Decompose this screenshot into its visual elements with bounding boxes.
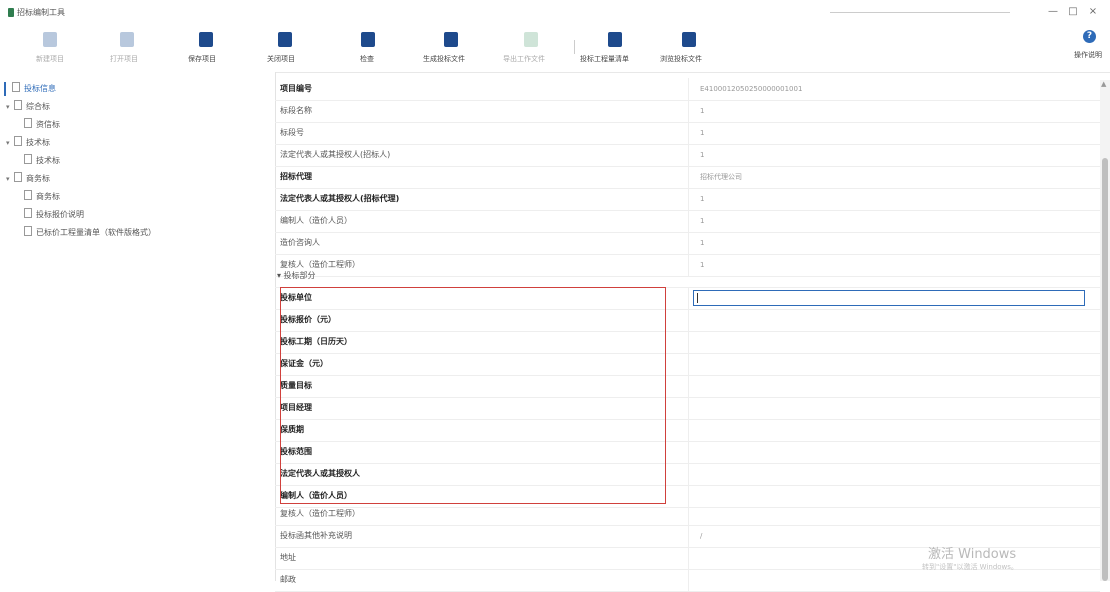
chevron-down-icon[interactable]: ▾ (6, 135, 14, 151)
row-label: 编制人（造价人员） (280, 216, 352, 225)
row-value[interactable]: 招标代理公司 (700, 166, 742, 188)
help-button-label[interactable]: 操作说明 (1074, 50, 1102, 60)
file-icon (24, 208, 32, 218)
row-label: 邮政 (280, 575, 296, 584)
add-file-icon (43, 32, 57, 47)
row-label: 标段号 (280, 128, 304, 137)
grid-row: 造价咨询人 1 (275, 232, 1100, 255)
row-label: 标段名称 (280, 106, 312, 115)
scroll-up-arrow-icon[interactable]: ▲ (1101, 80, 1106, 88)
check-icon (361, 32, 375, 47)
group-label: ▾ 投标部分 (277, 271, 316, 280)
tree-item-technical[interactable]: 技术标 (24, 153, 60, 169)
row-value[interactable]: 1 (700, 100, 704, 122)
browse-bid-file-button[interactable]: 浏览投标文件 (660, 30, 720, 68)
export-icon (524, 32, 538, 47)
chevron-down-icon[interactable]: ▾ (6, 171, 14, 187)
group-header-bid-section[interactable]: ▾ 投标部分 (275, 265, 1100, 288)
text-caret (697, 293, 698, 303)
row-value[interactable]: / (700, 525, 702, 547)
export-work-file-button[interactable]: 导出工作文件 (503, 30, 559, 68)
save-icon (199, 32, 213, 47)
tree-item-commercial-group[interactable]: ▾ 商务标 (6, 171, 50, 187)
tree-item-bid-info[interactable]: 投标信息 (12, 81, 56, 97)
row-label: 法定代表人或其授权人(招标人) (280, 150, 391, 159)
file-icon (12, 82, 20, 92)
file-icon (24, 226, 32, 236)
toolbar-separator (574, 40, 575, 54)
generate-file-icon (444, 32, 458, 47)
open-project-button[interactable]: 打开项目 (110, 30, 144, 68)
chevron-down-icon[interactable]: ▾ (6, 99, 14, 115)
file-icon (24, 190, 32, 200)
toolbar: 新建项目 打开项目 保存项目 关闭项目 检查 生成投标文件 导出工作文件 投标工… (0, 26, 1110, 73)
grid-row: 标段号 1 (275, 122, 1100, 145)
row-value[interactable]: 1 (700, 188, 704, 210)
tree-item-commercial[interactable]: 商务标 (24, 189, 60, 205)
maximize-button[interactable]: □ (1064, 5, 1082, 19)
row-label: 招标代理 (280, 172, 312, 181)
close-project-icon (278, 32, 292, 47)
activation-watermark-subtitle: 转到"设置"以激活 Windows。 (922, 563, 1018, 571)
row-label: 项目编号 (280, 84, 312, 93)
row-value[interactable]: E4100012050250000001001 (700, 78, 802, 100)
tree-item-credit[interactable]: 资信标 (24, 117, 60, 133)
grid-row: 标段名称 1 (275, 100, 1100, 123)
grid-row: 项目编号 E4100012050250000001001 (275, 78, 1100, 101)
check-button[interactable]: 检查 (356, 30, 380, 68)
title-bar: 招标编制工具 — □ × (0, 0, 1110, 26)
row-value[interactable]: 1 (700, 122, 704, 144)
tree-item-price-note[interactable]: 投标报价说明 (24, 207, 84, 223)
close-project-button[interactable]: 关闭项目 (267, 30, 301, 68)
selection-indicator (4, 82, 6, 96)
row-label: 法定代表人或其授权人(招标代理) (280, 194, 400, 203)
tree-item-priced-bill[interactable]: 已标价工程量清单（软件版格式） (24, 225, 156, 241)
browse-file-icon (682, 32, 696, 47)
minimize-button[interactable]: — (1044, 5, 1062, 19)
grid-row: 法定代表人或其授权人(招标代理) 1 (275, 188, 1100, 211)
title-underline (830, 12, 1010, 13)
bidder-unit-input[interactable] (693, 290, 1085, 306)
file-icon (14, 136, 22, 146)
folder-icon (120, 32, 134, 47)
grid-row: 招标代理 招标代理公司 (275, 166, 1100, 189)
new-project-button[interactable]: 新建项目 (36, 30, 66, 68)
save-project-button[interactable]: 保存项目 (188, 30, 222, 68)
highlight-box (280, 287, 666, 504)
row-value[interactable]: 1 (700, 210, 704, 232)
tree-item-comprehensive[interactable]: ▾ 综合标 (6, 99, 50, 115)
grid-row: 复核人（造价工程师） (275, 503, 1100, 526)
row-value[interactable]: 1 (700, 144, 704, 166)
sidebar-tree: 投标信息 ▾ 综合标 资信标 ▾ 技术标 技术标 ▾ 商务标 商务标 投标报价说明 已… (0, 72, 276, 581)
bill-icon (608, 32, 622, 47)
row-value[interactable]: 1 (700, 232, 704, 254)
row-label: 投标函其他补充说明 (280, 531, 352, 540)
file-icon (14, 100, 22, 110)
generate-bid-file-button[interactable]: 生成投标文件 (423, 30, 479, 68)
file-icon (24, 154, 32, 164)
bid-bill-button[interactable]: 投标工程量清单 (580, 30, 650, 68)
activation-watermark-title: 激活 Windows (928, 547, 1017, 562)
app-title: 招标编制工具 (17, 8, 65, 17)
row-label: 地址 (280, 553, 296, 562)
tree-item-technical-group[interactable]: ▾ 技术标 (6, 135, 50, 151)
app-logo-icon (8, 8, 14, 17)
scrollbar-thumb[interactable] (1102, 158, 1108, 581)
grid-row: 编制人（造价人员） 1 (275, 210, 1100, 233)
close-window-button[interactable]: × (1084, 5, 1102, 19)
help-icon[interactable]: ? (1083, 30, 1096, 43)
row-label: 复核人（造价工程师） (280, 509, 360, 518)
grid-row: 法定代表人或其授权人(招标人) 1 (275, 144, 1100, 167)
row-label: 造价咨询人 (280, 238, 320, 247)
file-icon (24, 118, 32, 128)
file-icon (14, 172, 22, 182)
